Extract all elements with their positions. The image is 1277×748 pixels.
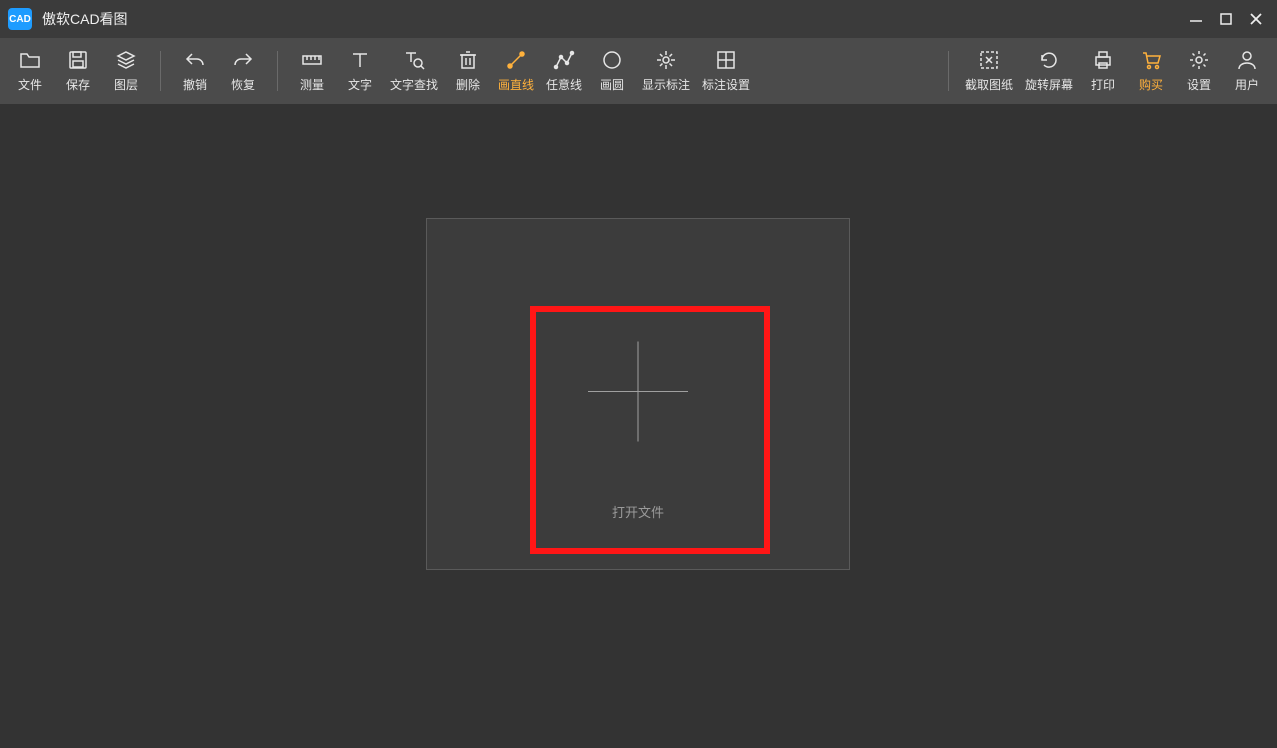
tool-label: 显示标注 [642, 76, 690, 93]
tool-label: 设置 [1187, 76, 1211, 93]
close-button[interactable] [1247, 10, 1265, 28]
polyline-icon [553, 49, 575, 71]
tool-group: 测量 文字 文字查找 删除 画直线任意线 画圆 显示标注标注设置 [267, 49, 756, 93]
minimize-button[interactable] [1187, 10, 1205, 28]
tool-label: 恢复 [231, 76, 255, 93]
tool-label: 图层 [114, 76, 138, 93]
findtext-button[interactable]: 文字查找 [384, 49, 444, 93]
buy-button[interactable]: 购买 [1127, 49, 1175, 93]
tool-label: 画圆 [600, 76, 624, 93]
title-bar: CAD 傲软CAD看图 [0, 0, 1277, 38]
file-button[interactable]: 文件 [6, 49, 54, 93]
tool-group: 截取图纸旋转屏幕 打印 购买 设置 用户 [938, 49, 1271, 93]
tool-label: 截取图纸 [965, 76, 1013, 93]
app-title: 傲软CAD看图 [42, 9, 128, 29]
showmark-button[interactable]: 显示标注 [636, 49, 696, 93]
tool-label: 文字查找 [390, 76, 438, 93]
settings-button[interactable]: 设置 [1175, 49, 1223, 93]
redo-button[interactable]: 恢复 [219, 49, 267, 93]
line-icon [505, 49, 527, 71]
tool-label: 用户 [1235, 76, 1259, 93]
delete-button[interactable]: 删除 [444, 49, 492, 93]
tool-label: 标注设置 [702, 76, 750, 93]
tool-label: 旋转屏幕 [1025, 76, 1073, 93]
tool-group: 撤销 恢复 [150, 49, 267, 93]
capture-icon [978, 49, 1000, 71]
tool-label: 删除 [456, 76, 480, 93]
save-button[interactable]: 保存 [54, 49, 102, 93]
tool-label: 任意线 [546, 76, 582, 93]
tool-label: 打印 [1091, 76, 1115, 93]
app-icon: CAD [8, 8, 32, 30]
tool-label: 画直线 [498, 76, 534, 93]
rotate-icon [1038, 49, 1060, 71]
marksettings-icon [715, 49, 737, 71]
tool-label: 文字 [348, 76, 372, 93]
tool-label: 购买 [1139, 76, 1163, 93]
showmark-icon [655, 49, 677, 71]
ruler-icon [301, 49, 323, 71]
undo-button[interactable]: 撤销 [171, 49, 219, 93]
line-button[interactable]: 画直线 [492, 49, 540, 93]
tool-label: 文件 [18, 76, 42, 93]
findtext-icon [403, 49, 425, 71]
undo-icon [184, 49, 206, 71]
tool-label: 测量 [300, 76, 324, 93]
workspace: 打开文件 [0, 104, 1277, 748]
toolbar: 文件 保存 图层 撤销 恢复 测量 文字 文字查找 删除 画直线任意线 画圆 显示标注标注设置 截取图纸… [0, 38, 1277, 104]
open-file-label: 打开文件 [427, 502, 849, 521]
tool-label: 撤销 [183, 76, 207, 93]
print-button[interactable]: 打印 [1079, 49, 1127, 93]
window-controls [1187, 10, 1265, 28]
layer-button[interactable]: 图层 [102, 49, 150, 93]
redo-icon [232, 49, 254, 71]
circle-button[interactable]: 画圆 [588, 49, 636, 93]
cart-icon [1140, 49, 1162, 71]
marksettings-button[interactable]: 标注设置 [696, 49, 756, 93]
gear-icon [1188, 49, 1210, 71]
layers-icon [115, 49, 137, 71]
folder-icon [19, 49, 41, 71]
print-icon [1092, 49, 1114, 71]
maximize-button[interactable] [1217, 10, 1235, 28]
user-icon [1236, 49, 1258, 71]
circle-icon [601, 49, 623, 71]
measure-button[interactable]: 测量 [288, 49, 336, 93]
tool-group: 文件 保存 图层 [6, 49, 150, 93]
capture-button[interactable]: 截取图纸 [959, 49, 1019, 93]
save-icon [67, 49, 89, 71]
text-button[interactable]: 文字 [336, 49, 384, 93]
open-file-panel[interactable]: 打开文件 [426, 218, 850, 570]
rotate-button[interactable]: 旋转屏幕 [1019, 49, 1079, 93]
delete-icon [457, 49, 479, 71]
user-button[interactable]: 用户 [1223, 49, 1271, 93]
plus-icon [588, 342, 688, 447]
tool-label: 保存 [66, 76, 90, 93]
polyline-button[interactable]: 任意线 [540, 49, 588, 93]
text-icon [349, 49, 371, 71]
